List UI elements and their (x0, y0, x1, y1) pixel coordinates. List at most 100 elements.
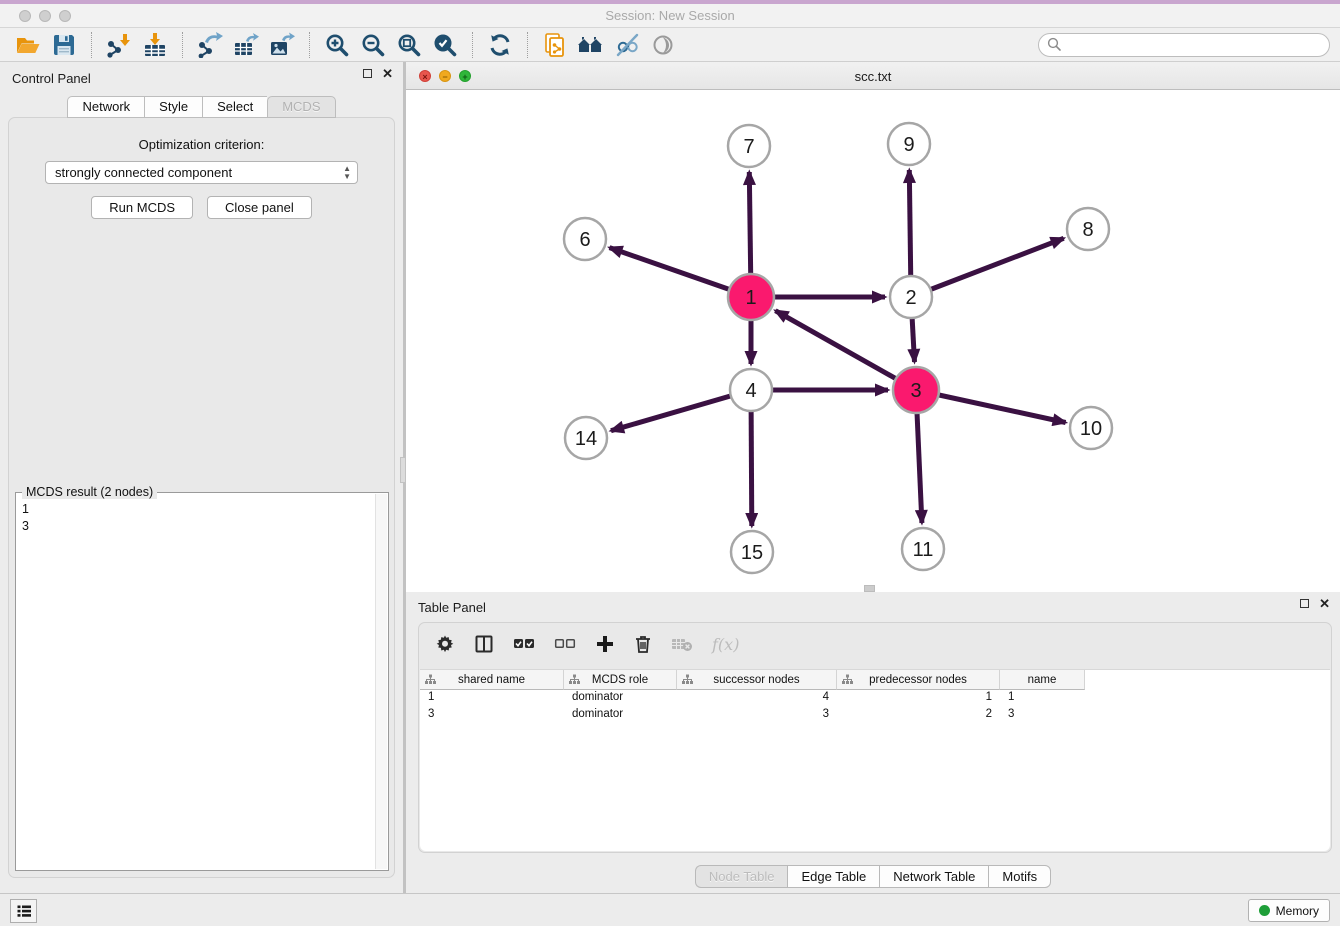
table-settings-icon[interactable] (435, 634, 455, 654)
float-table-panel-icon[interactable] (1300, 599, 1309, 608)
status-bar: Memory (0, 893, 1340, 926)
search-input[interactable] (1067, 38, 1321, 52)
toolbar-separator (527, 32, 528, 58)
graph-node-3[interactable]: 3 (893, 367, 939, 413)
tab-style[interactable]: Style (144, 96, 202, 118)
tab-network[interactable]: Network (67, 96, 144, 118)
tab-node-table[interactable]: Node Table (695, 865, 788, 888)
new-network-icon[interactable] (540, 30, 570, 60)
table-cell[interactable]: 1 (1000, 690, 1085, 707)
zoom-selected-icon[interactable] (430, 30, 460, 60)
graph-node-6[interactable]: 6 (564, 218, 606, 260)
column-header-shared-name[interactable]: shared name (420, 670, 564, 690)
table-toolbar: f(x) (419, 623, 1331, 665)
graph-node-1[interactable]: 1 (728, 274, 774, 320)
first-neighbors-icon[interactable] (576, 30, 606, 60)
graph-node-9[interactable]: 9 (888, 123, 930, 165)
zoom-in-icon[interactable] (322, 30, 352, 60)
function-builder-icon[interactable]: f(x) (712, 635, 739, 654)
optimization-criterion-select[interactable]: strongly connected component ▲▼ (45, 161, 358, 184)
node-table: shared nameMCDS rolesuccessor nodesprede… (420, 669, 1330, 851)
search-field[interactable] (1038, 33, 1330, 57)
table-cell[interactable]: dominator (564, 707, 677, 724)
column-chooser-icon[interactable] (474, 634, 494, 654)
import-table-icon[interactable] (140, 30, 170, 60)
export-table-icon[interactable] (231, 30, 261, 60)
search-icon (1047, 37, 1062, 52)
graph-edge-2-8[interactable] (911, 238, 1064, 297)
tab-network-table[interactable]: Network Table (879, 865, 988, 888)
table-cell[interactable]: 3 (420, 707, 564, 724)
select-all-icon[interactable] (513, 636, 535, 652)
table-header-row: shared nameMCDS rolesuccessor nodesprede… (420, 670, 1330, 690)
tab-edge-table[interactable]: Edge Table (787, 865, 879, 888)
result-line: 1 (22, 501, 374, 518)
import-network-icon[interactable] (104, 30, 134, 60)
memory-button[interactable]: Memory (1248, 899, 1330, 922)
graph-node-11[interactable]: 11 (902, 528, 944, 570)
task-history-button[interactable] (10, 899, 37, 923)
deselect-all-icon[interactable] (554, 636, 576, 652)
result-scrollbar[interactable] (375, 494, 387, 869)
graph-node-4[interactable]: 4 (730, 369, 772, 411)
control-panel: Control Panel ✕ Network Style Select MCD… (0, 62, 403, 893)
graph-node-7[interactable]: 7 (728, 125, 770, 167)
tab-select[interactable]: Select (202, 96, 267, 118)
result-line: 3 (22, 518, 374, 535)
tab-motifs[interactable]: Motifs (988, 865, 1051, 888)
close-panel-icon[interactable]: ✕ (382, 69, 393, 78)
float-panel-icon[interactable] (363, 69, 372, 78)
svg-text:2: 2 (905, 287, 916, 309)
app-title-bar: Session: New Session (0, 0, 1340, 28)
column-header-MCDS-role[interactable]: MCDS role (564, 670, 677, 690)
graph-node-10[interactable]: 10 (1070, 407, 1112, 449)
close-panel-button[interactable]: Close panel (207, 196, 312, 219)
toolbar-separator (91, 32, 92, 58)
add-column-icon[interactable] (595, 634, 615, 654)
svg-text:15: 15 (741, 542, 763, 564)
table-row[interactable]: 1dominator411 (420, 690, 1330, 707)
delete-column-icon[interactable] (634, 634, 652, 654)
delete-table-icon[interactable] (671, 636, 693, 652)
graph-node-15[interactable]: 15 (731, 531, 773, 573)
optimization-criterion-label: Optimization criterion: (9, 137, 394, 152)
horizontal-divider-grip[interactable] (864, 585, 875, 592)
network-window-titlebar[interactable]: × − + scc.txt (406, 62, 1340, 90)
zoom-fit-icon[interactable] (394, 30, 424, 60)
table-cell[interactable]: 3 (677, 707, 837, 724)
graph-node-2[interactable]: 2 (890, 276, 932, 318)
table-cell[interactable]: dominator (564, 690, 677, 707)
graph-node-8[interactable]: 8 (1067, 208, 1109, 250)
network-canvas[interactable]: 7 9 6 8 1 2 4 3 14 10 15 11 (406, 90, 1340, 592)
hide-selected-icon[interactable] (612, 30, 642, 60)
column-header-name[interactable]: name (1000, 670, 1085, 690)
svg-text:8: 8 (1082, 219, 1093, 241)
toolbar-separator (309, 32, 310, 58)
table-cell[interactable]: 4 (677, 690, 837, 707)
table-cell[interactable]: 1 (420, 690, 564, 707)
table-cell[interactable]: 3 (1000, 707, 1085, 724)
tab-mcds[interactable]: MCDS (267, 96, 335, 118)
table-cell[interactable]: 1 (837, 690, 1000, 707)
open-session-icon[interactable] (13, 30, 43, 60)
table-cell[interactable]: 2 (837, 707, 1000, 724)
mcds-result-text[interactable]: 13 (16, 497, 374, 870)
save-session-icon[interactable] (49, 30, 79, 60)
show-all-icon[interactable] (648, 30, 678, 60)
svg-text:3: 3 (910, 380, 921, 402)
run-mcds-button[interactable]: Run MCDS (91, 196, 193, 219)
zoom-out-icon[interactable] (358, 30, 388, 60)
export-network-icon[interactable] (195, 30, 225, 60)
refresh-icon[interactable] (485, 30, 515, 60)
table-row[interactable]: 3dominator323 (420, 707, 1330, 724)
main-toolbar (0, 28, 1340, 62)
mcds-tab-content: Optimization criterion: strongly connect… (8, 117, 395, 878)
close-table-panel-icon[interactable]: ✕ (1319, 599, 1330, 608)
graph-node-14[interactable]: 14 (565, 417, 607, 459)
table-panel: Table Panel ✕ (405, 592, 1340, 893)
column-header-successor-nodes[interactable]: successor nodes (677, 670, 837, 690)
selected-option: strongly connected component (55, 165, 232, 180)
table-tabs: Node Table Edge Table Network Table Moti… (406, 865, 1340, 888)
export-image-icon[interactable] (267, 30, 297, 60)
column-header-predecessor-nodes[interactable]: predecessor nodes (837, 670, 1000, 690)
